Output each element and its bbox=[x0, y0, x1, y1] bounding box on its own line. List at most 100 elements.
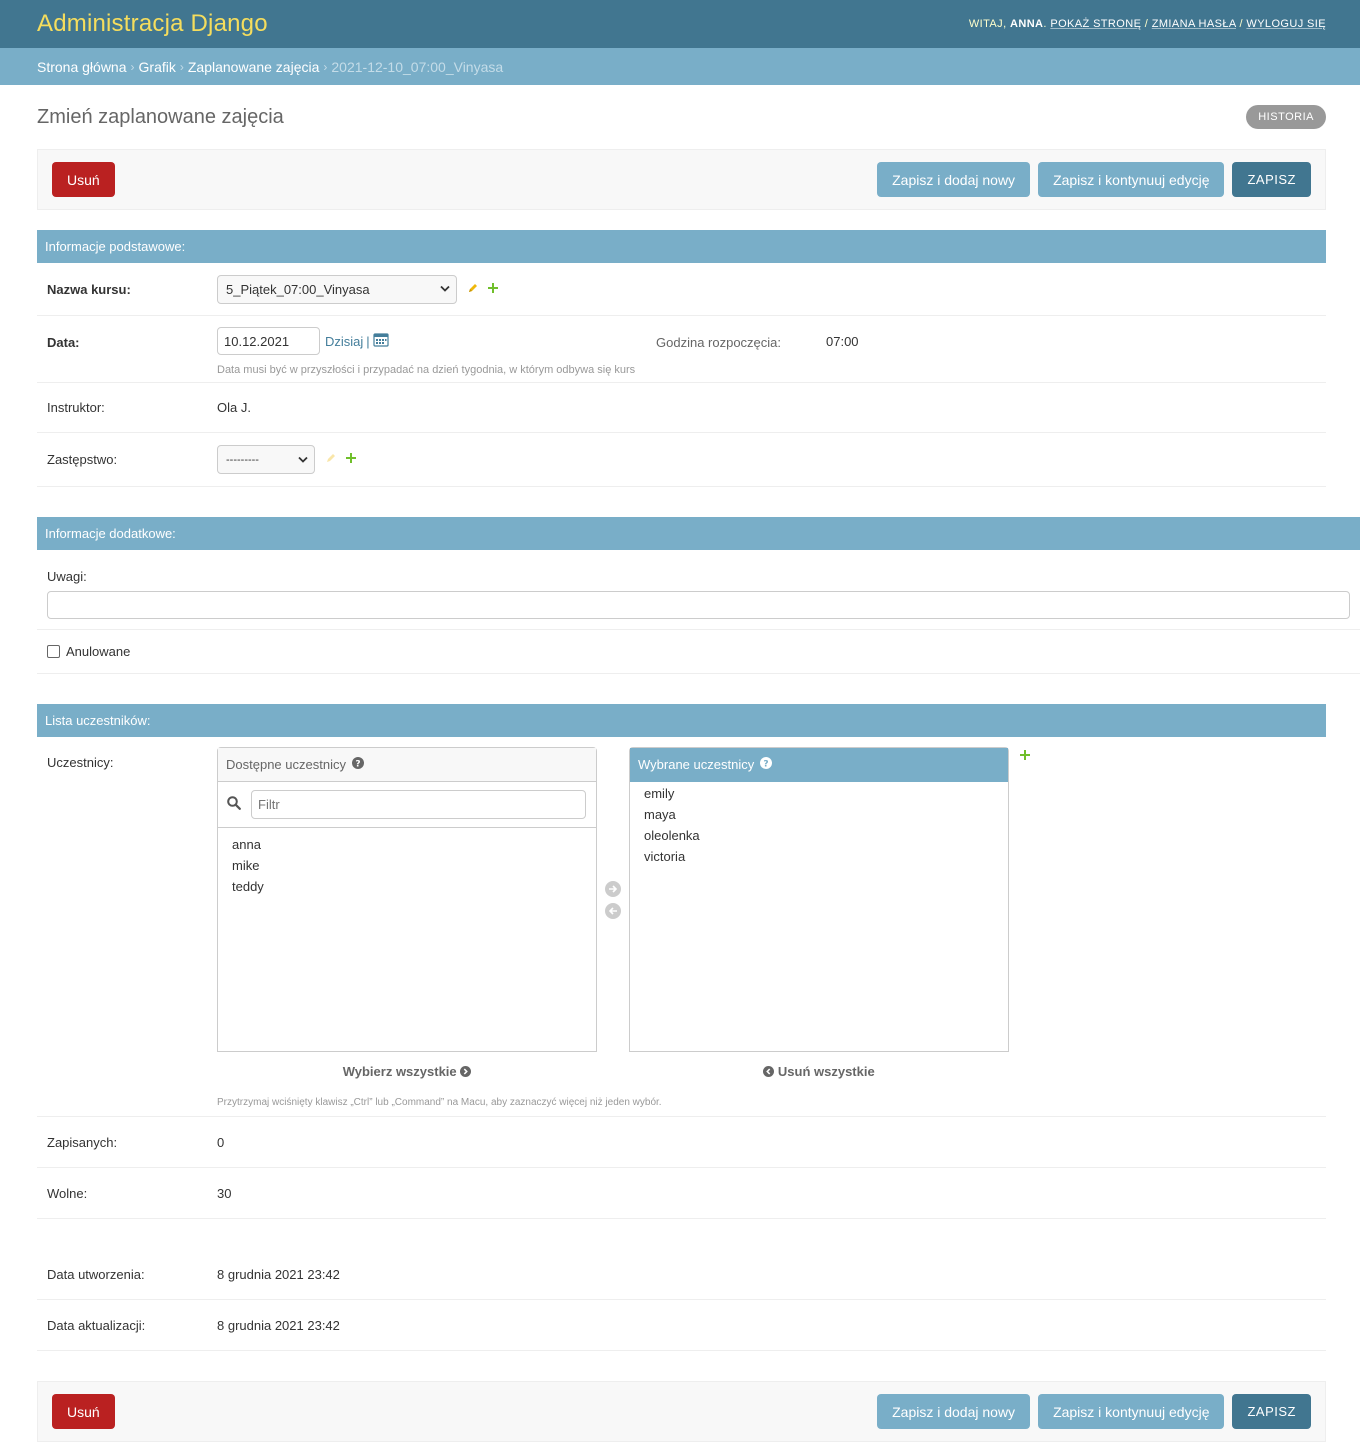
remove-selected-arrow-icon[interactable] bbox=[605, 903, 621, 919]
view-site-link[interactable]: Pokaż stronę bbox=[1050, 18, 1141, 30]
start-time-label: Godzina rozpoczęcia: bbox=[656, 335, 782, 350]
row-date: Data: Dzisiaj | Data musi być w przyszło… bbox=[37, 316, 1326, 383]
history-button[interactable]: Historia bbox=[1246, 105, 1326, 129]
save-and-add-button[interactable]: Zapisz i dodaj nowy bbox=[877, 1394, 1031, 1429]
created-value: 8 grudnia 2021 23:42 bbox=[217, 1266, 340, 1282]
row-notes: Uwagi: bbox=[37, 550, 1360, 630]
main-content: Zmień zaplanowane zajęcia Historia Usuń … bbox=[0, 85, 1360, 1442]
list-item[interactable]: oleolenka bbox=[644, 825, 994, 846]
substitute-select[interactable]: --------- bbox=[217, 445, 315, 474]
participants-selector: Dostępne uczestnicy ? anna bbox=[217, 747, 1031, 1052]
fieldset-meta: Data utworzenia: 8 grudnia 2021 23:42 Da… bbox=[37, 1249, 1326, 1351]
row-participants: Uczestnicy: Dostępne uczestnicy ? Filtr … bbox=[37, 737, 1326, 1117]
breadcrumb-home[interactable]: Strona główna bbox=[37, 59, 127, 75]
remove-all-link[interactable]: Usuń wszystkie bbox=[629, 1064, 1009, 1080]
row-cancelled: Anulowane bbox=[37, 630, 1360, 674]
cancelled-label: Anulowane bbox=[66, 644, 131, 659]
chosen-title: Wybrane uczestnicy bbox=[638, 757, 755, 772]
site-header: Administracja Django Witaj, anna. Pokaż … bbox=[0, 0, 1360, 48]
row-course: Nazwa kursu: 5_Piątek_07:00_Vinyasa bbox=[37, 263, 1326, 316]
free-label: Wolne: bbox=[47, 1185, 88, 1201]
participants-label: Uczestnicy: bbox=[47, 755, 114, 770]
available-list[interactable]: anna mike teddy bbox=[218, 828, 596, 903]
save-button[interactable]: Zapisz bbox=[1232, 162, 1311, 197]
updated-label: Data aktualizacji: bbox=[47, 1317, 146, 1333]
list-item[interactable]: mike bbox=[232, 855, 582, 876]
row-substitute: Zastępstwo: --------- bbox=[37, 433, 1326, 487]
site-branding[interactable]: Administracja Django bbox=[37, 10, 268, 38]
logout-link[interactable]: Wyloguj się bbox=[1246, 18, 1326, 30]
course-select[interactable]: 5_Piątek_07:00_Vinyasa bbox=[217, 274, 457, 304]
add-selected-arrow-icon[interactable] bbox=[605, 881, 621, 897]
free-value: 30 bbox=[217, 1185, 232, 1201]
search-icon bbox=[227, 796, 241, 813]
help-icon: ? bbox=[351, 757, 364, 772]
chosen-box: Wybrane uczestnicy ? emily maya oleolenk… bbox=[629, 747, 1009, 1052]
breadcrumb-model[interactable]: Zaplanowane zajęcia bbox=[188, 59, 320, 75]
chevron-left-circle-icon bbox=[763, 1065, 775, 1080]
updated-value: 8 grudnia 2021 23:42 bbox=[217, 1317, 340, 1333]
edit-course-icon[interactable] bbox=[467, 282, 479, 297]
delete-button[interactable]: Usuń bbox=[52, 1394, 115, 1429]
help-icon: ? bbox=[760, 757, 773, 772]
chosen-list[interactable]: emily maya oleolenka victoria bbox=[630, 782, 1008, 873]
row-updated: Data aktualizacji: 8 grudnia 2021 23:42 bbox=[37, 1300, 1326, 1351]
notes-label: Uwagi: bbox=[47, 569, 87, 584]
date-input[interactable] bbox=[217, 327, 320, 355]
save-and-continue-button[interactable]: Zapisz i kontynuuj edycję bbox=[1038, 1394, 1225, 1429]
participants-help-text: Przytrzymaj wciśnięty klawisz „Ctrl” lub… bbox=[217, 1097, 662, 1109]
breadcrumb-app[interactable]: Grafik bbox=[139, 59, 176, 75]
available-title: Dostępne uczestnicy bbox=[226, 757, 346, 772]
chooser-arrows bbox=[597, 747, 629, 922]
submit-row-top: Usuń Zapisz i dodaj nowy Zapisz i kontyn… bbox=[37, 149, 1326, 210]
enrolled-label: Zapisanych: bbox=[47, 1134, 118, 1150]
svg-text:?: ? bbox=[355, 760, 360, 770]
enrolled-value: 0 bbox=[217, 1134, 225, 1150]
breadcrumb: Strona główna › Grafik › Zaplanowane zaj… bbox=[0, 48, 1360, 85]
svg-text:?: ? bbox=[764, 760, 769, 770]
today-link[interactable]: Dzisiaj bbox=[325, 334, 363, 349]
save-button[interactable]: Zapisz bbox=[1232, 1394, 1311, 1429]
save-and-continue-button[interactable]: Zapisz i kontynuuj edycję bbox=[1038, 162, 1225, 197]
list-item[interactable]: maya bbox=[644, 804, 994, 825]
fieldset-basic-title: Informacje podstawowe: bbox=[37, 230, 1326, 263]
list-item[interactable]: emily bbox=[644, 783, 994, 804]
add-substitute-icon[interactable] bbox=[345, 452, 357, 467]
choose-all-link[interactable]: Wybierz wszystkie bbox=[217, 1064, 597, 1080]
fieldset-basic: Informacje podstawowe: Nazwa kursu: 5_Pi… bbox=[37, 230, 1326, 487]
cancelled-checkbox[interactable] bbox=[47, 645, 60, 658]
page-title: Zmień zaplanowane zajęcia bbox=[37, 105, 284, 128]
start-time-value: 07:00 bbox=[826, 334, 859, 349]
breadcrumb-current: 2021-12-10_07:00_Vinyasa bbox=[331, 58, 504, 75]
date-label: Data: bbox=[47, 335, 80, 350]
add-course-icon[interactable] bbox=[487, 282, 499, 297]
instructor-value: Ola J. bbox=[217, 400, 251, 415]
list-item[interactable]: teddy bbox=[232, 876, 582, 897]
list-item[interactable]: anna bbox=[232, 834, 582, 855]
row-created: Data utworzenia: 8 grudnia 2021 23:42 bbox=[37, 1249, 1326, 1300]
instructor-label: Instruktor: bbox=[47, 400, 105, 415]
list-item[interactable]: victoria bbox=[644, 846, 994, 867]
welcome-text: Witaj, bbox=[968, 18, 1007, 30]
save-and-add-button[interactable]: Zapisz i dodaj nowy bbox=[877, 162, 1031, 197]
user-tools: Witaj, anna. Pokaż stronę / Zmiana hasła… bbox=[968, 18, 1326, 30]
change-password-link[interactable]: Zmiana hasła bbox=[1152, 18, 1236, 30]
filter-input[interactable] bbox=[251, 790, 586, 819]
submit-row-bottom: Usuń Zapisz i dodaj nowy Zapisz i kontyn… bbox=[37, 1381, 1326, 1442]
add-participant-icon[interactable] bbox=[1019, 749, 1031, 764]
fieldset-extra-title: Informacje dodatkowe: bbox=[37, 517, 1360, 550]
notes-input[interactable] bbox=[47, 591, 1350, 619]
fieldset-participants: Lista uczestników: Uczestnicy: Dostępne … bbox=[37, 704, 1326, 1219]
delete-button[interactable]: Usuń bbox=[52, 162, 115, 197]
date-help-text: Data musi być w przyszłości i przypadać … bbox=[217, 364, 636, 376]
created-label: Data utworzenia: bbox=[47, 1266, 145, 1282]
available-box: Dostępne uczestnicy ? anna bbox=[217, 747, 597, 1052]
course-select-wrap: 5_Piątek_07:00_Vinyasa bbox=[217, 274, 457, 304]
substitute-label: Zastępstwo: bbox=[47, 452, 118, 467]
row-instructor: Instruktor: Ola J. bbox=[37, 383, 1326, 433]
calendar-icon[interactable] bbox=[373, 332, 389, 350]
fieldset-extra: Informacje dodatkowe: Uwagi: Anulowane bbox=[37, 517, 1360, 674]
username: anna bbox=[1010, 18, 1044, 30]
row-enrolled: Zapisanych: 0 bbox=[37, 1117, 1326, 1168]
fieldset-participants-title: Lista uczestników: bbox=[37, 704, 1326, 737]
